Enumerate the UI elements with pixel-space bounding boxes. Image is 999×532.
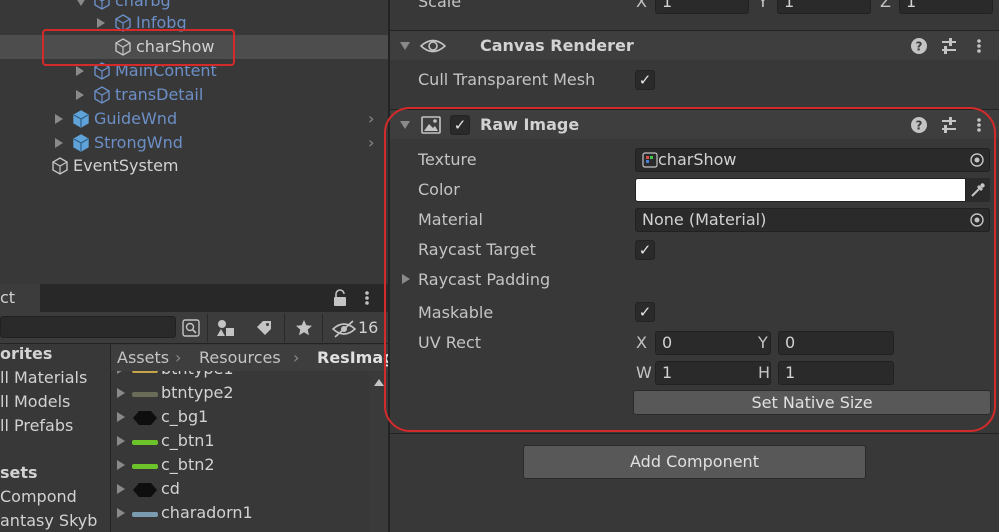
breadcrumb-assets[interactable]: Assets	[117, 345, 169, 371]
raw-image-highlight-frame	[384, 107, 996, 432]
sprite-thumbnail-icon	[131, 481, 159, 497]
project-panel: ct 16 orites ll Materials ll Models ll Pref…	[0, 284, 388, 532]
expand-arrow-icon[interactable]	[117, 508, 125, 518]
eye-icon	[420, 36, 446, 56]
add-component-button[interactable]: Add Component	[523, 445, 866, 479]
file-item[interactable]: btntype1	[111, 371, 369, 381]
cull-transparent-mesh-label: Cull Transparent Mesh	[418, 70, 596, 89]
favorites-star-icon[interactable]	[289, 314, 319, 342]
expand-arrow-icon[interactable]	[117, 388, 125, 398]
gameobject-cube-icon	[93, 0, 111, 10]
expand-arrow-icon[interactable]	[117, 460, 125, 470]
presets-icon[interactable]	[938, 36, 960, 56]
hierarchy-item[interactable]: StrongWnd ›	[0, 131, 388, 155]
file-list: btntype1 btntype2 c_bg1 c_btn1 c_btn2cd chara…	[111, 371, 369, 532]
file-item[interactable]: c_btn2	[111, 453, 369, 477]
scale-x-input[interactable]: 1	[655, 0, 749, 14]
breadcrumb: Assets › Resources › ResImag	[111, 345, 388, 371]
breadcrumb-resources[interactable]: Resources	[199, 345, 281, 371]
file-name: c_btn2	[161, 455, 215, 474]
favorites-item[interactable]: Compond	[0, 485, 77, 509]
hierarchy-panel: charbg Infobg charShow MainContent transDeta…	[0, 0, 388, 283]
hierarchy-item[interactable]: GuideWnd ›	[0, 107, 388, 131]
file-name: btntype1	[161, 371, 234, 381]
scroll-up-icon[interactable]	[374, 379, 384, 386]
canvas-renderer-header[interactable]: Canvas Renderer ?	[390, 30, 999, 60]
project-toolbar: 16	[0, 312, 388, 344]
favorites-item[interactable]: ll Models	[0, 390, 70, 414]
file-name: cd	[161, 479, 180, 498]
constrain-proportions-icon[interactable]	[602, 0, 624, 10]
expand-arrow-icon[interactable]	[97, 18, 105, 28]
sprite-thumbnail-icon	[131, 433, 159, 449]
scale-z-input[interactable]: 1	[899, 0, 993, 14]
hidden-packages-count: 16	[358, 318, 379, 337]
sprite-thumbnail-icon	[131, 505, 159, 521]
expand-arrow-icon[interactable]	[117, 371, 125, 374]
file-name: btntype2	[161, 383, 234, 402]
hierarchy-item-label: GuideWnd	[94, 109, 178, 128]
sprite-thumbnail-icon	[131, 409, 159, 425]
sprite-thumbnail-icon	[131, 457, 159, 473]
hierarchy-item-label: StrongWnd	[94, 133, 183, 152]
svg-text:?: ?	[916, 40, 923, 54]
expand-arrow-icon[interactable]	[117, 436, 125, 446]
file-item[interactable]: charadorn1	[111, 501, 369, 525]
favorites-section-header[interactable]: orites	[0, 345, 52, 366]
project-search-input[interactable]	[0, 316, 176, 338]
favorites-tree: orites ll Materials ll Models ll Prefabs set…	[0, 345, 110, 532]
canvas-renderer-title: Canvas Renderer	[480, 36, 634, 55]
hierarchy-item[interactable]: EventSystem	[0, 154, 388, 178]
collapse-arrow-icon[interactable]	[76, 0, 86, 6]
scale-y-input[interactable]: 1	[777, 0, 871, 14]
expand-arrow-icon[interactable]	[55, 138, 63, 148]
hierarchy-item[interactable]: transDetail	[0, 83, 388, 107]
gameobject-cube-icon	[51, 157, 69, 175]
open-prefab-chevron-icon[interactable]: ›	[368, 107, 374, 131]
prefab-cube-icon	[72, 110, 90, 128]
hierarchy-item-label: transDetail	[115, 85, 204, 104]
component-menu-icon[interactable]	[968, 36, 990, 56]
hidden-packages-icon[interactable]	[331, 320, 357, 338]
file-name: c_btn1	[161, 431, 215, 450]
sprite-thumbnail-icon	[131, 385, 159, 401]
cull-transparent-mesh-checkbox[interactable]: ✓	[635, 70, 655, 90]
lock-icon[interactable]	[332, 289, 348, 307]
project-tabbar: ct	[0, 284, 388, 312]
file-item[interactable]: c_bg1	[111, 405, 369, 429]
tab-project[interactable]: ct	[0, 284, 40, 312]
file-name: c_bg1	[161, 407, 209, 426]
expand-arrow-icon[interactable]	[117, 412, 125, 422]
expand-arrow-icon[interactable]	[55, 114, 63, 124]
file-item[interactable]: cd	[111, 477, 369, 501]
hierarchy-item-label: EventSystem	[73, 156, 179, 175]
expand-arrow-icon[interactable]	[76, 66, 84, 76]
favorites-section-header[interactable]: sets	[0, 461, 38, 485]
breadcrumb-chevron-icon: ›	[293, 348, 300, 367]
filter-by-type-icon[interactable]	[211, 314, 241, 342]
prefab-cube-icon	[72, 134, 90, 152]
favorites-item[interactable]: ll Materials	[0, 366, 87, 390]
file-item[interactable]: btntype2	[111, 381, 369, 405]
file-item[interactable]: c_btn1	[111, 429, 369, 453]
filter-by-label-icon[interactable]	[249, 314, 279, 342]
breadcrumb-resimage[interactable]: ResImag	[317, 345, 388, 371]
expand-arrow-icon[interactable]	[76, 90, 84, 100]
file-name: charadorn1	[161, 503, 253, 522]
sprite-thumbnail-icon	[131, 371, 159, 377]
foldout-arrow-icon[interactable]	[400, 42, 410, 50]
scale-label: Scale	[418, 0, 462, 11]
expand-arrow-icon[interactable]	[117, 484, 125, 494]
favorites-item[interactable]: ll Prefabs	[0, 414, 73, 438]
gameobject-cube-icon	[93, 86, 111, 104]
kebab-menu-icon[interactable]	[362, 289, 372, 307]
help-icon[interactable]: ?	[908, 36, 930, 56]
selection-highlight-frame	[42, 29, 235, 66]
favorites-item[interactable]: antasy Skyb	[0, 509, 97, 532]
breadcrumb-chevron-icon: ›	[175, 348, 182, 367]
open-prefab-chevron-icon[interactable]: ›	[368, 131, 374, 155]
search-by-type-icon[interactable]	[176, 314, 206, 342]
scale-row: Scale X 1 Y 1 Z 1	[390, 0, 999, 14]
